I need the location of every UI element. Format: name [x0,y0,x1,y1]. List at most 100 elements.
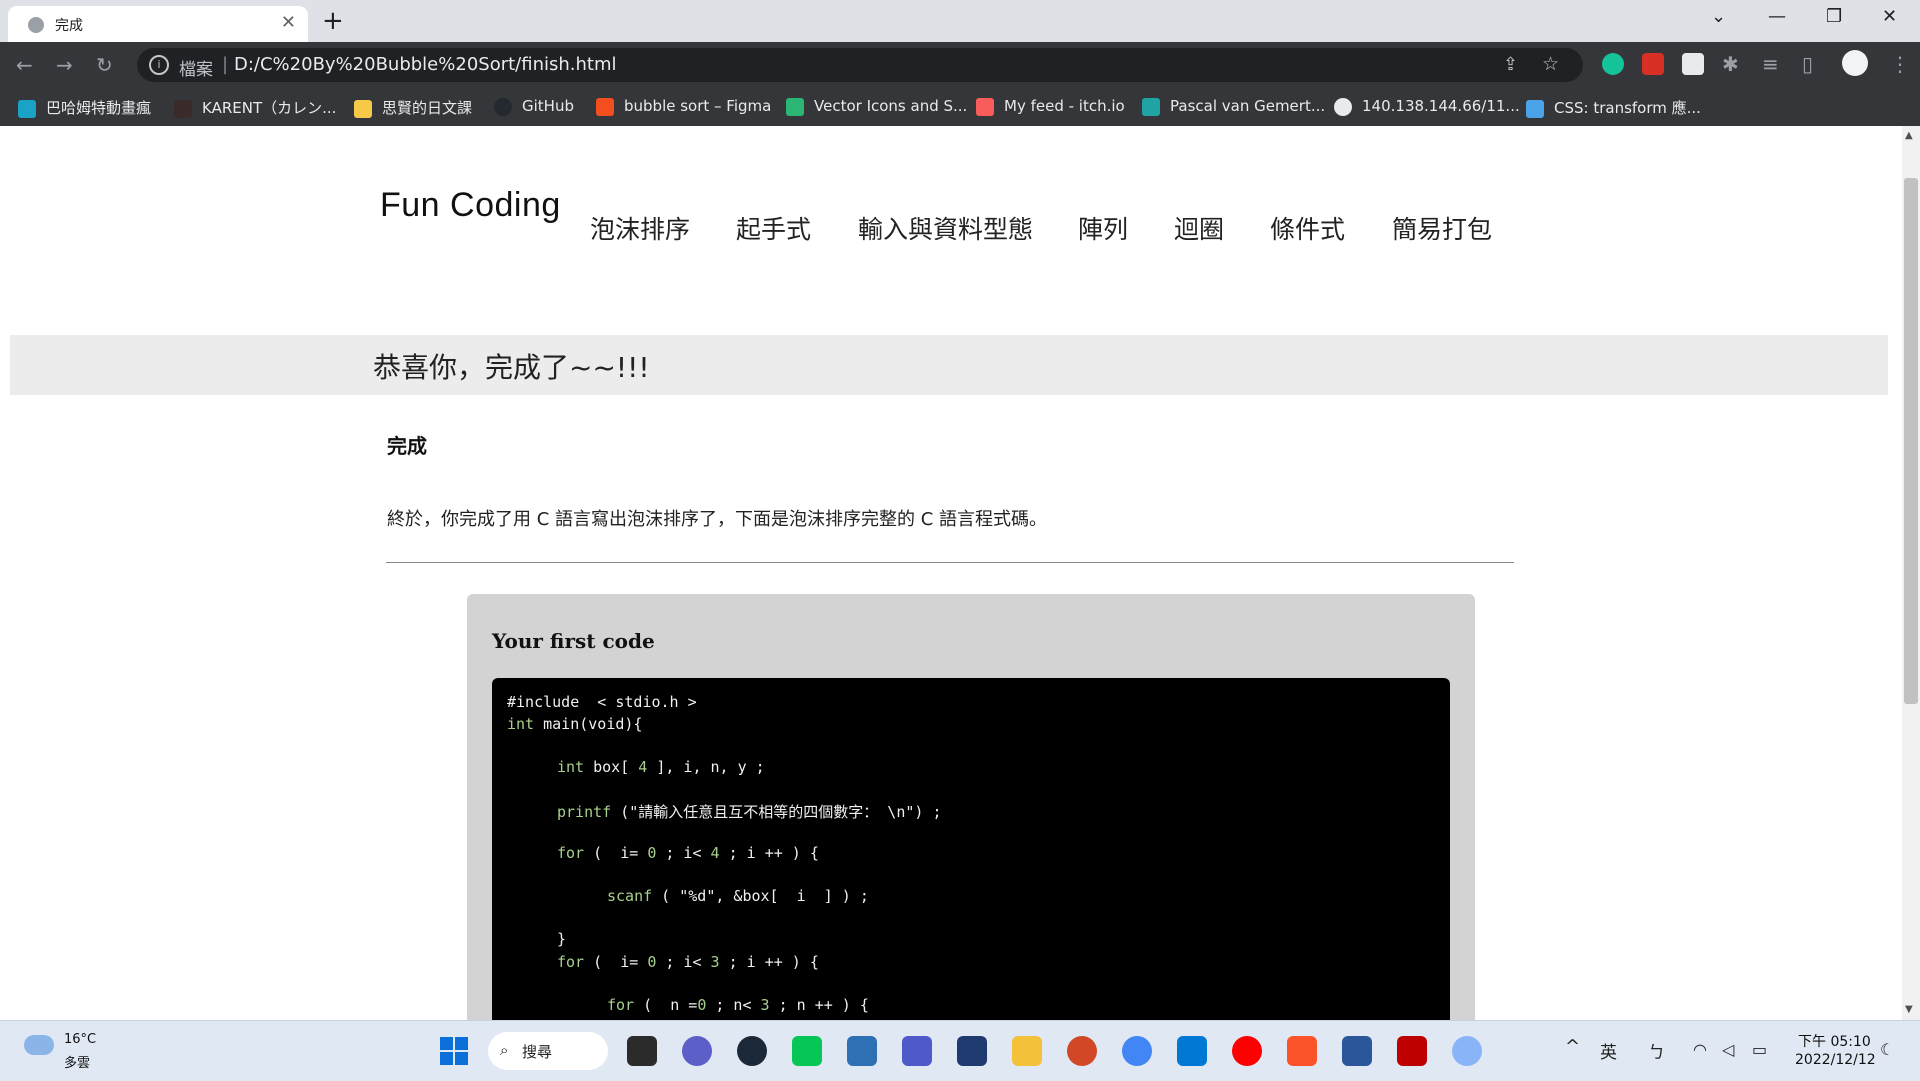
browser-tab[interactable]: 完成 ✕ [8,6,308,42]
bookmark-item[interactable]: KARENT（カレン... [174,97,336,118]
address-bar[interactable]: i 檔案 | D:/C%20By%20Bubble%20Sort/finish.… [137,48,1583,82]
weather-temperature[interactable]: 16°C [64,1032,96,1047]
clock-time[interactable]: 下午 05:10 [1798,1031,1871,1051]
nav-item-array[interactable]: 陣列 [1078,210,1128,246]
back-icon[interactable]: ← [16,53,33,77]
tray-overflow-icon[interactable]: ^ [1565,1036,1580,1057]
bookmark-favicon-icon [174,99,192,118]
code-line: int main(void){ [507,715,643,733]
bookmark-item[interactable]: My feed - itch.io [976,97,1125,116]
task-view-icon[interactable] [627,1036,657,1066]
file-explorer-icon[interactable] [1012,1036,1042,1066]
bookmark-favicon-icon [354,99,372,118]
code-block: #include < stdio.h > int main(void){ int… [492,678,1450,1078]
notepad-icon[interactable] [847,1036,877,1066]
new-tab-button[interactable]: + [322,6,344,36]
banner-text: 恭喜你，完成了~~!!! [373,351,650,384]
extension-red-icon[interactable] [1642,53,1664,75]
chrome-profile-icon[interactable] [1452,1036,1482,1066]
code-line: printf ("請輸入任意且互不相等的四個數字： \n") ; [557,803,942,821]
steam-icon[interactable] [737,1036,767,1066]
input-language[interactable]: 英 [1600,1038,1617,1063]
nav-item-packaging[interactable]: 簡易打包 [1392,210,1492,246]
menu-icon[interactable]: ⋮ [1890,52,1910,76]
code-line: } [557,930,567,948]
minimize-button[interactable]: — [1768,6,1786,27]
taskbar-search[interactable]: ⌕ 搜尋 [488,1032,608,1070]
github-icon [494,97,512,116]
weather-description[interactable]: 多雲 [64,1052,90,1071]
cloud-icon[interactable] [24,1035,54,1055]
profile-avatar[interactable] [1842,50,1868,76]
globe-icon [28,17,44,33]
close-window-button[interactable]: ✕ [1882,6,1897,27]
bookmark-item[interactable]: 巴哈姆特動畫瘋 [18,97,151,118]
volume-icon[interactable]: ◁ [1722,1040,1734,1059]
ime-mode[interactable]: ㄅ [1648,1038,1665,1063]
scrollbar-thumb[interactable] [1904,178,1918,704]
youtube-music-icon[interactable] [1232,1036,1262,1066]
info-icon[interactable]: i [149,55,169,75]
dev-cpp-icon[interactable] [957,1036,987,1066]
nav-item-input-types[interactable]: 輸入與資料型態 [858,210,1033,246]
side-panel-icon[interactable]: ▯ [1802,52,1813,76]
code-line: scanf ( "%d", &box[ i ] ) ; [607,887,869,905]
figma-icon [596,97,614,116]
brave-icon[interactable] [1287,1036,1317,1066]
extension-page-icon[interactable] [1682,53,1704,75]
browser-toolbar: ← → ↻ i 檔案 | D:/C%20By%20Bubble%20Sort/f… [0,42,1920,88]
reload-icon[interactable]: ↻ [96,53,113,77]
itch-icon [976,97,994,116]
star-icon[interactable]: ☆ [1542,53,1559,75]
nav-item-bubble-sort[interactable]: 泡沫排序 [590,210,690,246]
scroll-up-arrow-icon[interactable]: ▲ [1905,130,1913,141]
powerpoint-icon[interactable] [1067,1036,1097,1066]
bookmark-item[interactable]: 思賢的日文課 [354,97,472,118]
code-line: #include < stdio.h > [507,693,697,711]
url-text[interactable]: D:/C%20By%20Bubble%20Sort/finish.html [234,54,616,75]
bookmark-item[interactable]: Vector Icons and S... [786,97,967,116]
url-separator: | [222,54,229,75]
chrome-icon[interactable] [1122,1036,1152,1066]
tab-search-icon[interactable]: ⌄ [1711,6,1726,27]
maximize-button[interactable]: ❐ [1826,6,1842,27]
word-icon[interactable] [1342,1036,1372,1066]
tab-title: 完成 [55,18,83,34]
bookmark-item[interactable]: bubble sort – Figma [596,97,771,116]
bookmark-favicon-icon [786,97,804,116]
teams-icon[interactable] [902,1036,932,1066]
bookmarks-bar: 巴哈姆特動畫瘋 KARENT（カレン... 思賢的日文課 GitHub bubb… [0,88,1920,126]
code-card-title: Your first code [492,629,655,653]
bookmark-item[interactable]: GitHub [494,97,574,116]
site-logo[interactable]: Fun Coding [380,186,561,225]
start-button[interactable] [440,1037,468,1065]
code-line: for ( i= 0 ; i< 4 ; i ++ ) { [557,844,819,862]
section-title: 完成 [387,434,427,458]
nav-item-loop[interactable]: 迴圈 [1174,210,1224,246]
search-icon: ⌕ [500,1041,509,1059]
vscode-icon[interactable] [1177,1036,1207,1066]
bookmark-item[interactable]: Pascal van Gemert... [1142,97,1325,116]
reading-list-icon[interactable]: ≡ [1762,52,1779,76]
filezilla-icon[interactable] [1397,1036,1427,1066]
notification-icon[interactable]: ☾ [1880,1040,1894,1059]
intro-text: 終於，你完成了用 C 語言寫出泡沫排序了，下面是泡沫排序完整的 C 語言程式碼。 [387,509,1048,530]
share-icon[interactable]: ⇪ [1503,54,1518,75]
scroll-down-arrow-icon[interactable]: ▼ [1905,1004,1913,1015]
search-label: 搜尋 [522,1043,553,1061]
clock-date[interactable]: 2022/12/12 [1795,1052,1876,1068]
bookmark-item[interactable]: CSS: transform 應... [1526,97,1701,118]
close-tab-icon[interactable]: ✕ [281,12,296,33]
forward-icon[interactable]: → [56,53,73,77]
chat-icon[interactable] [682,1036,712,1066]
wifi-icon[interactable]: ◠ [1693,1040,1707,1059]
battery-icon[interactable]: ▭ [1752,1040,1767,1059]
bookmark-favicon-icon [1142,97,1160,116]
grammarly-icon[interactable] [1602,53,1624,75]
extensions-puzzle-icon[interactable]: ✱ [1722,52,1739,76]
code-line: for ( i= 0 ; i< 3 ; i ++ ) { [557,953,819,971]
nav-item-condition[interactable]: 條件式 [1270,210,1345,246]
nav-item-start[interactable]: 起手式 [736,210,811,246]
line-icon[interactable] [792,1036,822,1066]
bookmark-item[interactable]: 140.138.144.66/11... [1334,97,1520,116]
